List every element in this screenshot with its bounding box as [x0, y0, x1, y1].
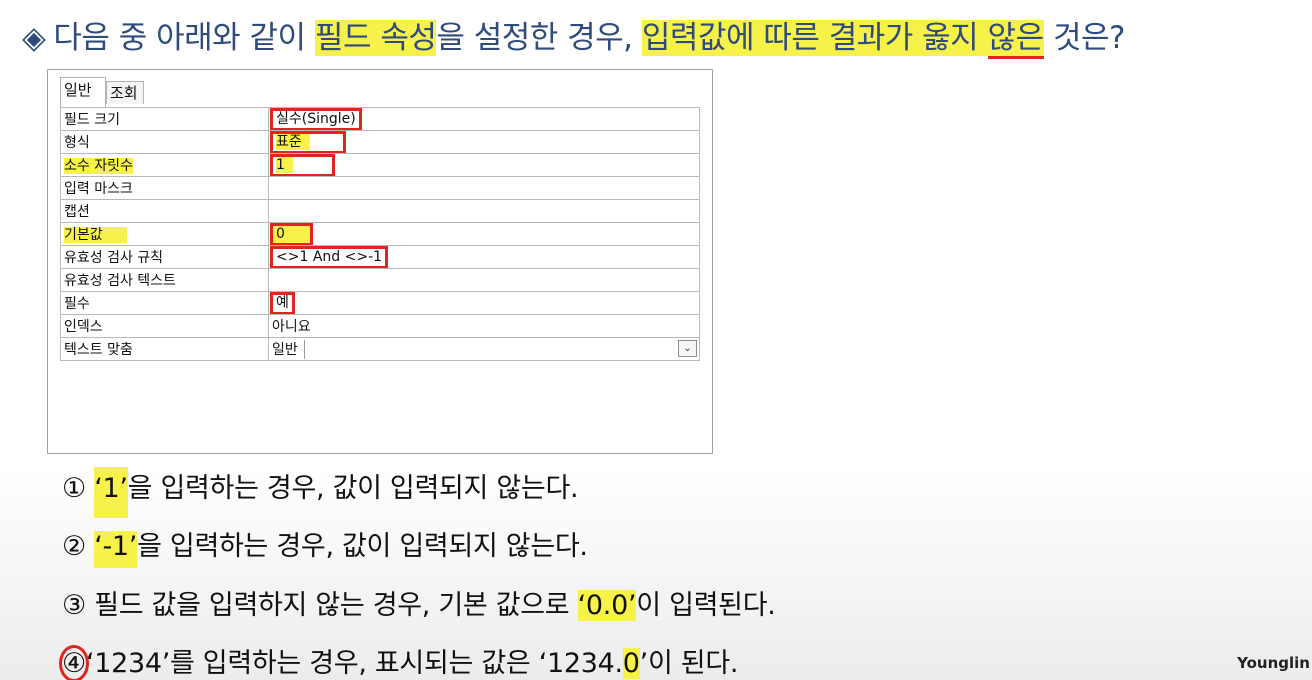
property-row[interactable]: 형식 표준 [60, 130, 700, 154]
text-cursor [304, 340, 305, 359]
option-2[interactable]: ② ‘-1’을 입력하는 경우, 값이 입력되지 않는다. [62, 524, 588, 568]
property-name: 입력 마스크 [60, 176, 269, 200]
property-row[interactable]: 입력 마스크 [60, 176, 700, 200]
property-name: 인덱스 [60, 314, 269, 338]
option-3[interactable]: ③ 필드 값을 입력하지 않는 경우, 기본 값으로 ‘0.0’이 입력된다. [62, 583, 776, 622]
option-4[interactable]: ④‘1234’를 입력하는 경우, 표시되는 값은 ‘1234.0’이 된다. [59, 641, 738, 680]
question-text: ◈ 다음 중 아래와 같이 필드 속성을 설정한 경우, 입력값에 따른 결과가 … [22, 12, 1312, 59]
property-name: 기본값 [60, 222, 269, 246]
property-row[interactable]: 텍스트 맞춤 일반 ⌄ [60, 337, 700, 361]
property-row[interactable]: 기본값 0 [60, 222, 700, 246]
property-name: 캡션 [60, 199, 269, 223]
property-value[interactable] [268, 176, 700, 200]
property-value[interactable]: 0 [268, 222, 700, 246]
tab-lookup[interactable]: 조회 [106, 81, 144, 104]
property-row[interactable]: 유효성 검사 텍스트 [60, 268, 700, 292]
property-row[interactable]: 유효성 검사 규칙 <>1 And <>-1 [60, 245, 700, 269]
property-grid: 필드 크기 실수(Single) 형식 표준 소수 자릿수 1 입력 마스크 캡… [60, 107, 700, 361]
channel-watermark: Younglin [1237, 654, 1310, 672]
property-name: 유효성 검사 텍스트 [60, 268, 269, 292]
property-value[interactable]: <>1 And <>-1 [268, 245, 700, 269]
property-value[interactable]: 아니요 [268, 314, 700, 338]
tab-general[interactable]: 일반 [60, 77, 106, 107]
property-name: 소수 자릿수 [60, 153, 269, 177]
answer-circle-mark: ④ [59, 645, 89, 680]
property-value[interactable] [268, 199, 700, 223]
chevron-down-icon[interactable]: ⌄ [678, 340, 697, 357]
property-value[interactable] [268, 268, 700, 292]
highlight-result: 입력값에 따른 결과가 옳지 [641, 20, 988, 56]
property-value[interactable]: 예 [268, 291, 700, 315]
property-row[interactable]: 필드 크기 실수(Single) [60, 107, 700, 131]
underlined-not: 않은 [987, 20, 1044, 59]
property-value[interactable]: 표준 [268, 130, 700, 154]
property-name: 필드 크기 [60, 107, 269, 131]
highlight-field-properties: 필드 속성 [314, 20, 437, 56]
property-row[interactable]: 필수 예 [60, 291, 700, 315]
property-name: 유효성 검사 규칙 [60, 245, 269, 269]
property-row[interactable]: 인덱스 아니요 [60, 314, 700, 338]
property-row[interactable]: 소수 자릿수 1 [60, 153, 700, 177]
property-value-dropdown[interactable]: 일반 ⌄ [268, 337, 700, 361]
property-name: 텍스트 맞춤 [60, 337, 269, 361]
property-value[interactable]: 1 [268, 153, 700, 177]
property-value[interactable]: 실수(Single) [268, 107, 700, 131]
property-name: 형식 [60, 130, 269, 154]
property-name: 필수 [60, 291, 269, 315]
diamond-bullet-icon: ◈ [22, 20, 46, 56]
property-row[interactable]: 캡션 [60, 199, 700, 223]
option-1[interactable]: ① ‘1’을 입력하는 경우, 값이 입력되지 않는다. [62, 466, 579, 518]
field-properties-panel: 일반 조회 필드 크기 실수(Single) 형식 표준 소수 자릿수 1 입력… [47, 69, 713, 454]
